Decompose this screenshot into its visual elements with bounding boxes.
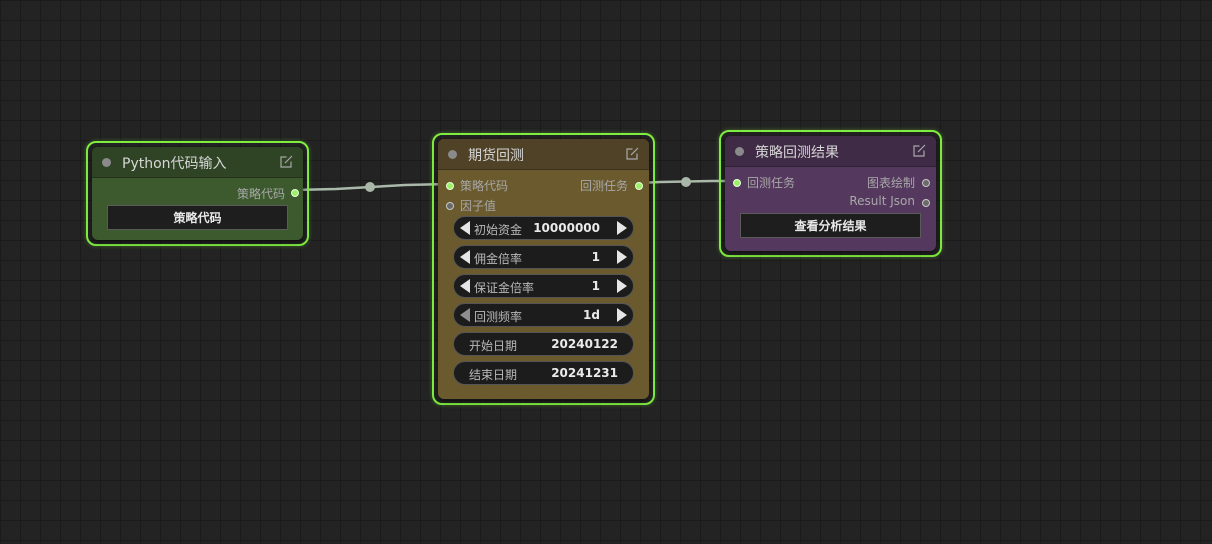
output-label-strategy-code: 策略代码 [236,187,285,201]
widget-margin-rate[interactable]: 保证金倍率 1 [453,274,634,298]
collapse-dot-icon[interactable] [448,150,457,159]
decrement-arrow-icon[interactable] [460,221,470,235]
node-python-input[interactable]: Python代码输入 策略代码 策略代码 [86,141,309,246]
node-title: Python代码输入 [122,156,227,172]
collapse-dot-icon[interactable] [102,158,111,167]
node-title-bar[interactable]: Python代码输入 [92,147,303,178]
output-label-backtest-task: 回测任务 [579,179,628,193]
widget-commission-rate[interactable]: 佣金倍率 1 [453,245,634,269]
node-title: 策略回测结果 [755,145,839,161]
input-label-factor-value: 因子值 [460,199,497,213]
node-title-bar[interactable]: 策略回测结果 [725,136,936,167]
edit-icon[interactable] [626,147,639,160]
link-strategy-code-midpoint[interactable] [365,182,375,192]
input-slot-factor-value[interactable] [446,202,454,210]
output-slot-chart-drawing[interactable] [922,179,930,187]
widget-value: 20240122 [551,337,618,351]
widget-end-date[interactable]: 结束日期 20241231 [453,361,634,385]
widget-label: 回测频率 [474,310,523,324]
widget-value: 20241231 [551,366,618,380]
output-slot-result-json[interactable] [922,199,930,207]
widget-label: 佣金倍率 [474,252,523,266]
view-analysis-results-button[interactable]: 查看分析结果 [740,213,921,238]
widget-value: 10000000 [533,221,600,235]
increment-arrow-icon[interactable] [617,308,627,322]
input-slot-backtest-task[interactable] [733,179,741,187]
decrement-arrow-icon[interactable] [460,279,470,293]
widget-label: 初始资金 [474,223,523,237]
edit-icon[interactable] [280,155,293,168]
node-futures-backtest[interactable]: 期货回测 策略代码 回测任务 因子值 初始资金 10000000 佣金倍率 1 … [432,133,655,405]
input-label-backtest-task: 回测任务 [747,176,796,190]
node-title: 期货回测 [468,148,524,164]
node-title-bar[interactable]: 期货回测 [438,139,649,170]
widget-value: 1d [583,308,600,322]
widget-label: 开始日期 [469,339,518,353]
widget-start-date[interactable]: 开始日期 20240122 [453,332,634,356]
input-label-strategy-code: 策略代码 [460,179,509,193]
edit-icon[interactable] [913,144,926,157]
widget-value: 1 [591,279,600,293]
widget-initial-capital[interactable]: 初始资金 10000000 [453,216,634,240]
output-slot-strategy-code[interactable] [291,189,299,197]
widget-value: 1 [591,250,600,264]
widget-backtest-frequency[interactable]: 回测频率 1d [453,303,634,327]
decrement-arrow-icon[interactable] [460,250,470,264]
increment-arrow-icon[interactable] [617,250,627,264]
widget-label: 结束日期 [469,368,518,382]
decrement-arrow-icon[interactable] [460,308,470,322]
input-slot-strategy-code[interactable] [446,182,454,190]
node-backtest-result[interactable]: 策略回测结果 回测任务 图表绘制 Result Json 查看分析结果 [719,130,942,257]
output-slot-backtest-task[interactable] [635,182,643,190]
strategy-code-button[interactable]: 策略代码 [107,205,288,230]
output-label-result-json: Result Json [849,194,915,208]
increment-arrow-icon[interactable] [617,221,627,235]
collapse-dot-icon[interactable] [735,147,744,156]
widget-label: 保证金倍率 [474,281,535,295]
increment-arrow-icon[interactable] [617,279,627,293]
graph-canvas[interactable]: Python代码输入 策略代码 策略代码 期货回测 策略代码 回测任务 因子值 … [0,0,1212,544]
link-backtest-task-midpoint[interactable] [681,177,691,187]
output-label-chart-drawing: 图表绘制 [866,176,915,190]
